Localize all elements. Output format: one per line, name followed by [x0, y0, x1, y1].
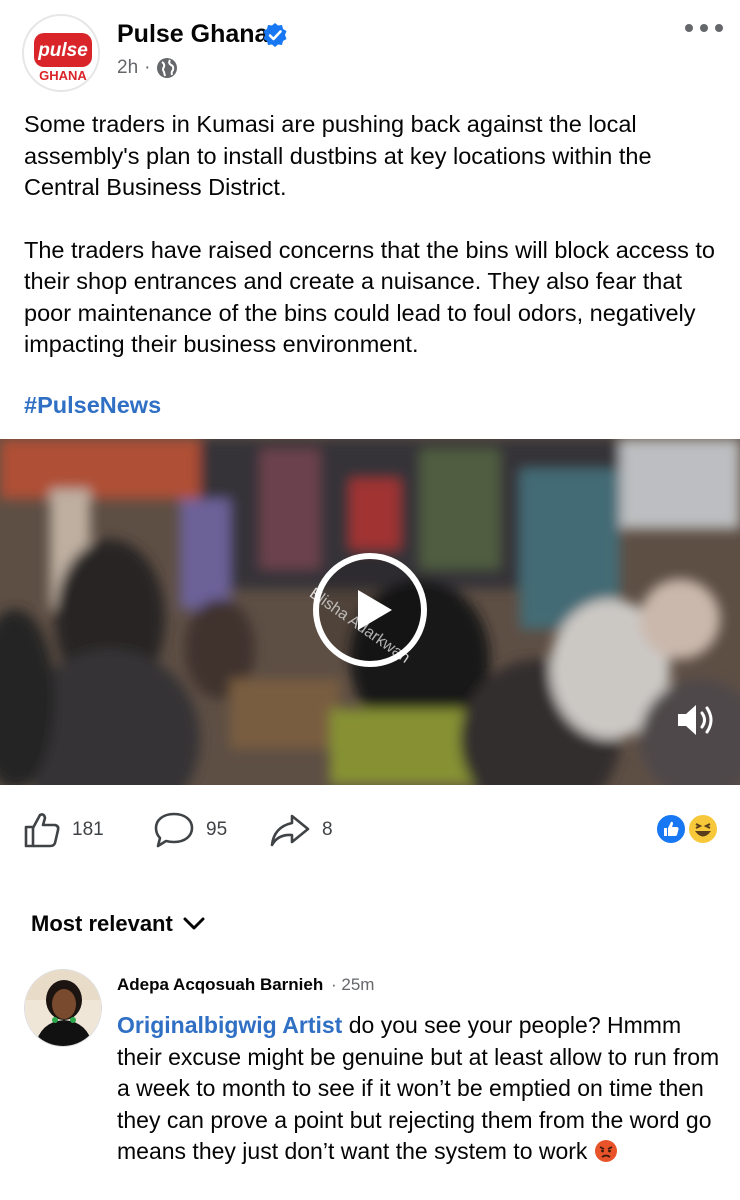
post-meta: 2h · — [117, 57, 178, 79]
post-paragraph-1: Some traders in Kumasi are pushing back … — [24, 111, 652, 200]
reactions-summary[interactable] — [654, 812, 720, 846]
like-button[interactable]: 181 — [22, 800, 104, 860]
comment-author[interactable]: Adepa Acqosuah Barnieh — [117, 975, 323, 995]
like-reaction-icon — [655, 813, 687, 845]
post-header: pulse GHANA Pulse Ghana 2h · — [0, 0, 740, 100]
meta-separator: · — [144, 57, 151, 78]
page-avatar[interactable]: pulse GHANA — [22, 14, 100, 92]
comment-time: · 25m — [331, 975, 375, 994]
haha-reaction-icon — [687, 813, 719, 845]
chevron-down-icon — [183, 917, 205, 930]
page-name[interactable]: Pulse Ghana — [117, 20, 268, 49]
share-icon — [270, 814, 310, 847]
share-button[interactable]: 8 — [268, 800, 333, 860]
comment-icon — [154, 812, 194, 848]
commenter-avatar[interactable] — [24, 969, 102, 1047]
play-icon[interactable] — [312, 552, 428, 668]
like-icon — [24, 813, 60, 848]
hashtag-link[interactable]: #PulseNews — [24, 392, 161, 419]
comments-sort-dropdown[interactable]: Most relevant — [31, 911, 205, 937]
post-actions: 181 95 8 — [0, 800, 740, 860]
logo-text-top: pulse — [37, 40, 88, 61]
comment-count: 95 — [206, 819, 228, 840]
sort-label: Most relevant — [31, 911, 173, 936]
globe-icon — [157, 58, 178, 78]
post-time[interactable]: 2h — [117, 57, 138, 79]
pulse-logo: pulse GHANA — [26, 18, 98, 90]
share-count: 8 — [322, 819, 333, 840]
comment-button[interactable]: 95 — [152, 800, 227, 860]
angry-emoji-icon — [594, 1140, 617, 1162]
avatar-photo — [25, 970, 101, 1046]
post-paragraph-2: The traders have raised concerns that th… — [24, 236, 715, 358]
verified-badge-icon — [263, 23, 287, 47]
logo-text-bottom: GHANA — [39, 68, 87, 83]
post-body: Some traders in Kumasi are pushing back … — [24, 109, 724, 361]
volume-icon[interactable] — [674, 699, 720, 741]
like-count: 181 — [72, 819, 104, 840]
comment-mention[interactable]: Originalbigwig Artist — [117, 1012, 342, 1038]
more-options-icon[interactable] — [684, 20, 724, 40]
comment-body: Originalbigwig Artist do you see your pe… — [117, 1010, 727, 1168]
